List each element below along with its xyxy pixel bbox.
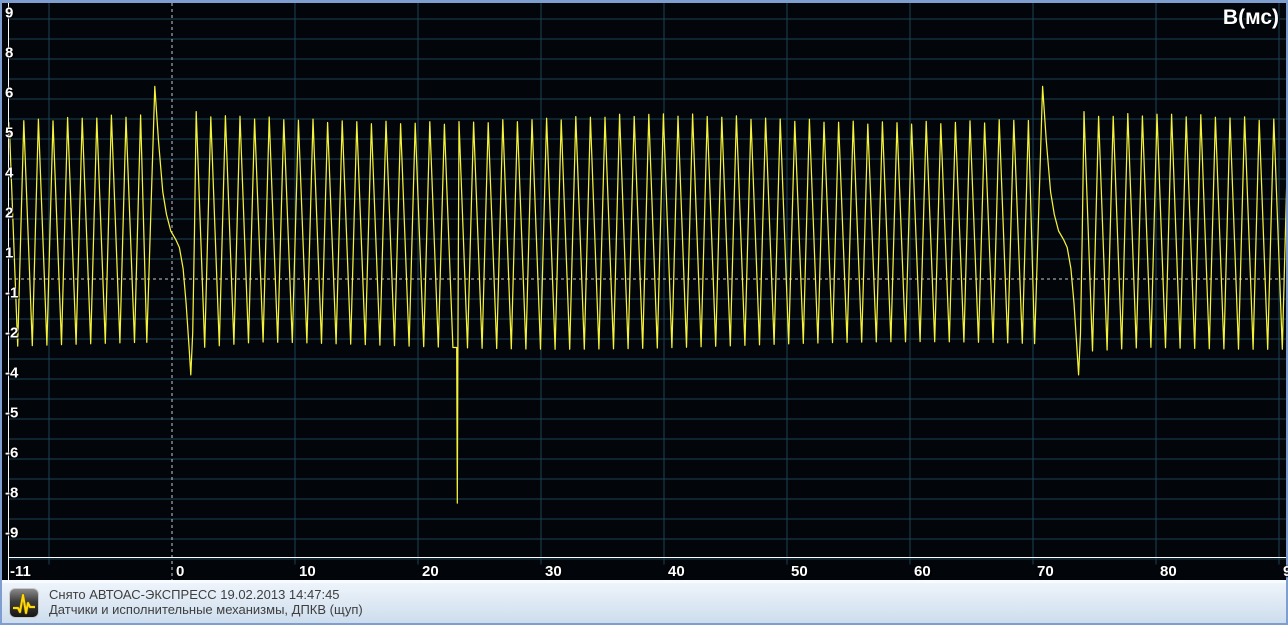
oscilloscope-pulse-icon [8, 587, 40, 619]
y-axis-label: 2 [5, 205, 13, 222]
x-axis-label: 70 [1037, 563, 1054, 580]
x-axis-label: 60 [914, 563, 931, 580]
x-axis-label: 50 [791, 563, 808, 580]
x-axis-label: 9 [1283, 563, 1288, 580]
waveform-canvas[interactable] [2, 3, 1286, 580]
y-axis-label: 6 [5, 85, 13, 102]
y-axis-label: -5 [5, 405, 18, 422]
y-axis-label: -6 [5, 445, 18, 462]
x-axis-label: 0 [176, 563, 184, 580]
status-line-capture: Снято АВТОАС-ЭКСПРЕСС 19.02.2013 14:47:4… [49, 587, 363, 602]
x-axis-label: 80 [1160, 563, 1177, 580]
y-axis-label: -2 [5, 325, 18, 342]
x-axis-label: 10 [299, 563, 316, 580]
x-axis-label: 20 [422, 563, 439, 580]
axis-units-label: В(мс) [1223, 6, 1279, 30]
x-axis-label: -11 [10, 563, 31, 580]
x-axis-label: 40 [668, 563, 685, 580]
x-axis-label: 30 [545, 563, 562, 580]
y-axis-label: -9 [5, 525, 18, 542]
oscilloscope-window: 9 8 6 5 4 2 1 -1 -2 -4 -5 -6 -8 -9 -11 0 10 20 30 40 50 60 70… [0, 0, 1288, 625]
y-axis-label: 5 [5, 125, 13, 142]
y-axis-label: 1 [5, 245, 13, 262]
status-text: Снято АВТОАС-ЭКСПРЕСС 19.02.2013 14:47:4… [49, 587, 363, 617]
status-line-mode: Датчики и исполнительные механизмы, ДПКВ… [49, 602, 363, 617]
y-axis-label: 4 [5, 165, 13, 182]
y-axis-label: -1 [5, 285, 18, 302]
status-bar: Снято АВТОАС-ЭКСПРЕСС 19.02.2013 14:47:4… [2, 583, 1286, 623]
y-axis-label: 9 [5, 5, 13, 22]
y-axis-label: 8 [5, 45, 13, 62]
y-axis-label: -8 [5, 485, 18, 502]
y-axis-label: -4 [5, 365, 18, 382]
